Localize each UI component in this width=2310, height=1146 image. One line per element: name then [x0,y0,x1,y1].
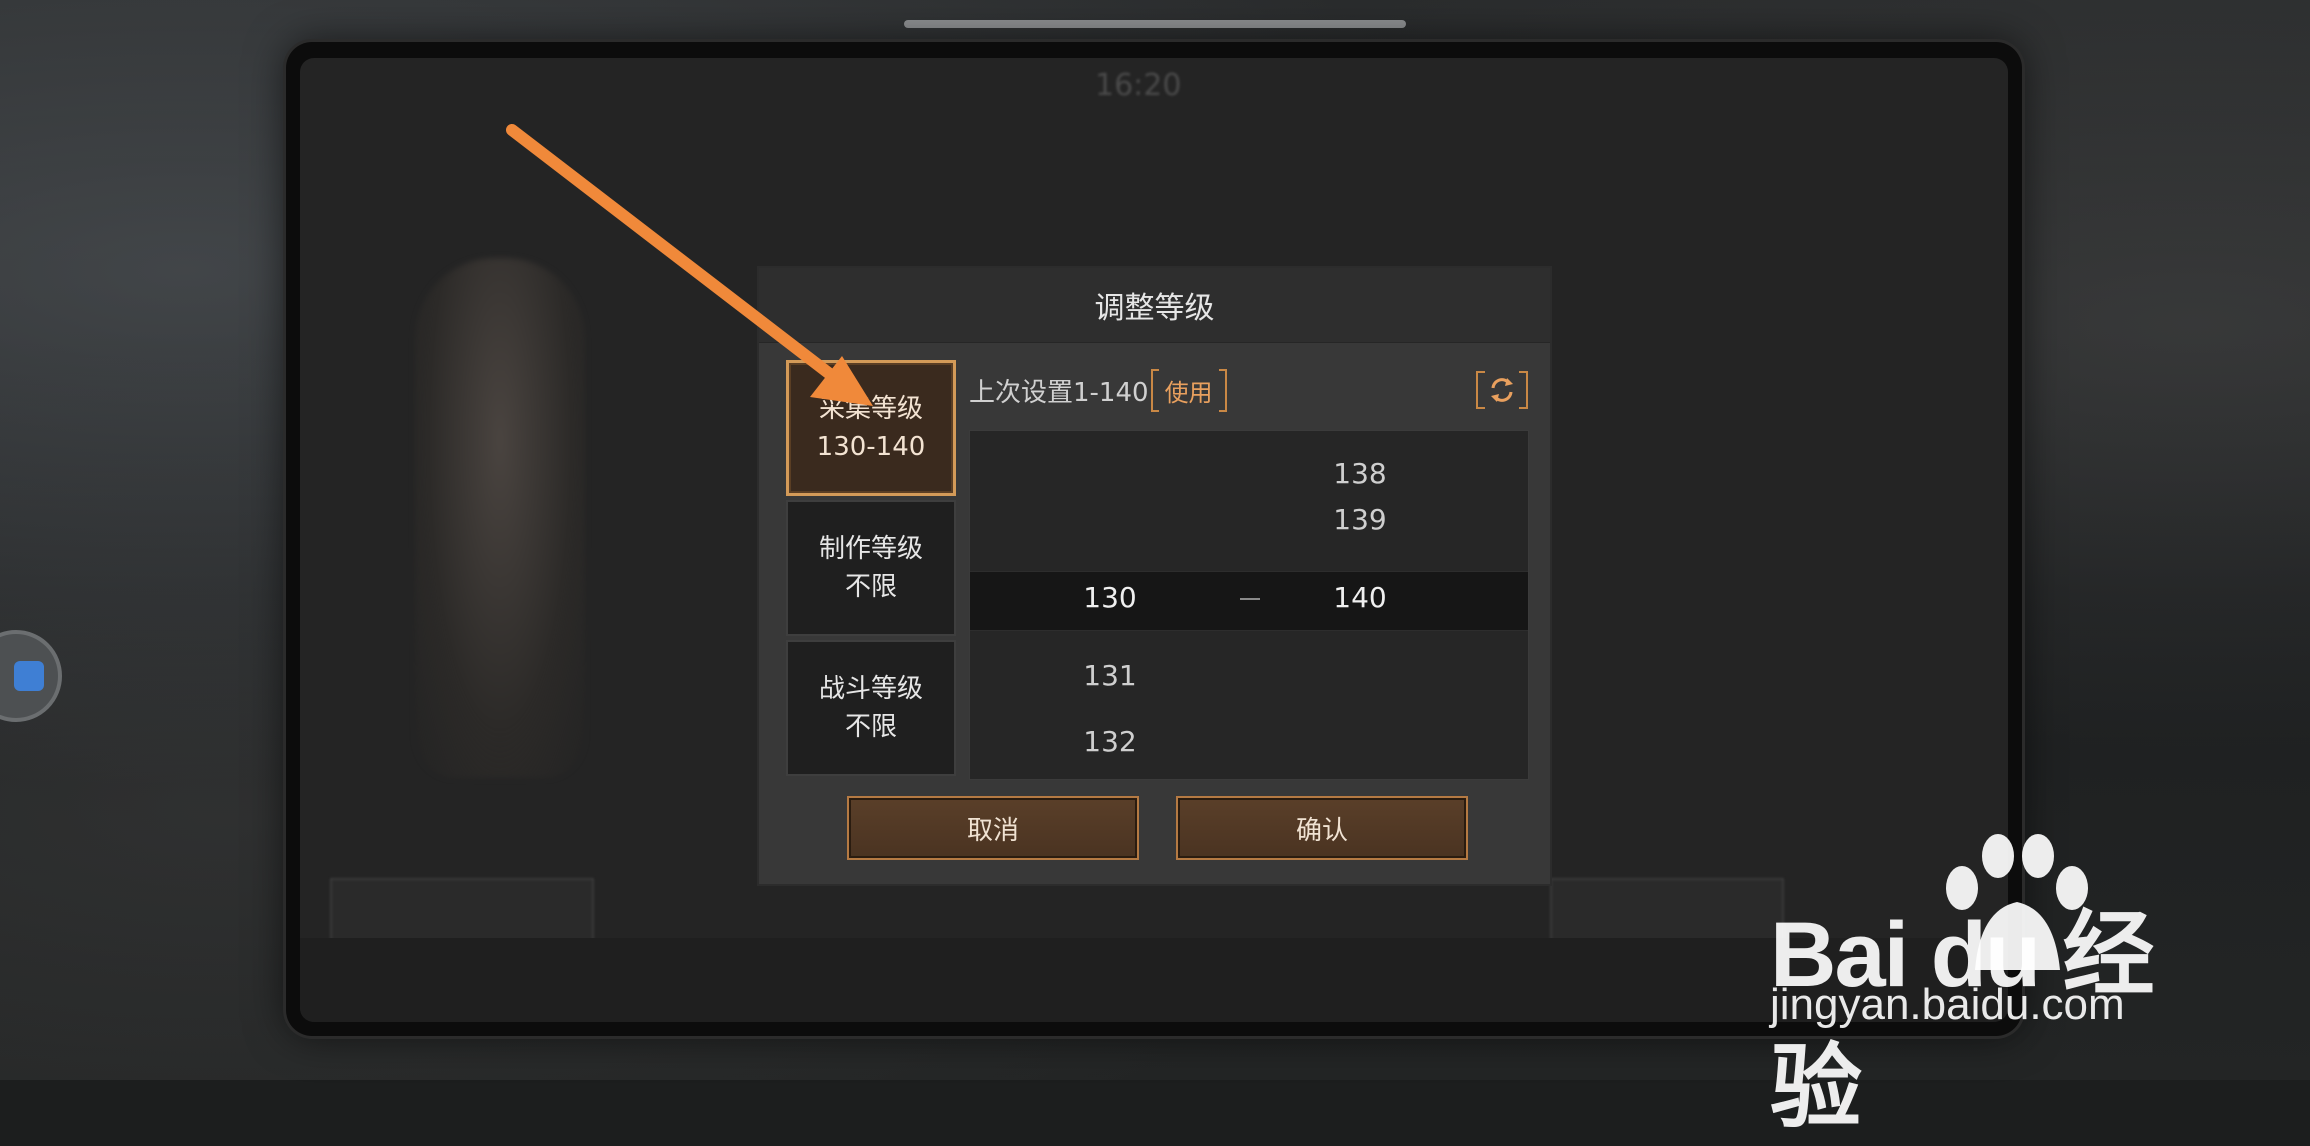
last-setting-label: 上次设置1-140 [969,377,1149,408]
tab-gathering-label: 采集等级 [818,394,923,424]
confirm-button[interactable]: 确认 [1176,796,1468,860]
background-panel-left [330,878,594,942]
refresh-icon [1491,378,1513,402]
home-indicator [904,20,1406,28]
tab-combat-level[interactable]: 战斗等级 不限 [786,640,956,776]
assist-icon [14,661,44,691]
picker-range-separator [1240,598,1260,600]
tab-crafting-level[interactable]: 制作等级 不限 [786,500,956,636]
picker-min-option[interactable]: 132 [1050,725,1170,758]
tab-crafting-range: 不限 [844,572,897,602]
baidu-watermark: Bai du 经验 jingyan.baidu.com [1770,830,2190,1139]
tab-crafting-label: 制作等级 [818,534,923,564]
level-range-picker[interactable]: 138 139 130 140 131 132 [969,430,1529,780]
tab-gathering-range: 130-140 [816,432,926,462]
background-character [415,258,585,778]
adjust-level-dialog: 调整等级 采集等级 130-140 制作等级 不限 战斗等级 不限 上次设置1-… [757,266,1552,886]
background-footer [300,938,2008,1022]
picker-max-option[interactable]: 138 [1300,457,1420,490]
tab-combat-label: 战斗等级 [818,674,923,704]
picker-min-option[interactable]: 131 [1050,659,1170,692]
last-setting-row: 上次设置1-140 使用 [969,368,1529,412]
watermark-url: jingyan.baidu.com [1770,980,2125,1029]
tab-gathering-level[interactable]: 采集等级 130-140 [786,360,956,496]
dialog-title: 调整等级 [759,268,1550,343]
refresh-button[interactable] [1476,371,1528,409]
picker-min-selected[interactable]: 130 [1050,581,1170,614]
picker-max-option[interactable]: 139 [1300,503,1420,536]
tab-combat-range: 不限 [844,712,897,742]
cancel-button[interactable]: 取消 [847,796,1139,860]
background-clock: 16:20 [1095,68,1182,103]
picker-max-selected[interactable]: 140 [1300,581,1420,614]
background-panel-right [1550,878,1784,942]
use-last-setting-button[interactable]: 使用 [1150,368,1227,412]
